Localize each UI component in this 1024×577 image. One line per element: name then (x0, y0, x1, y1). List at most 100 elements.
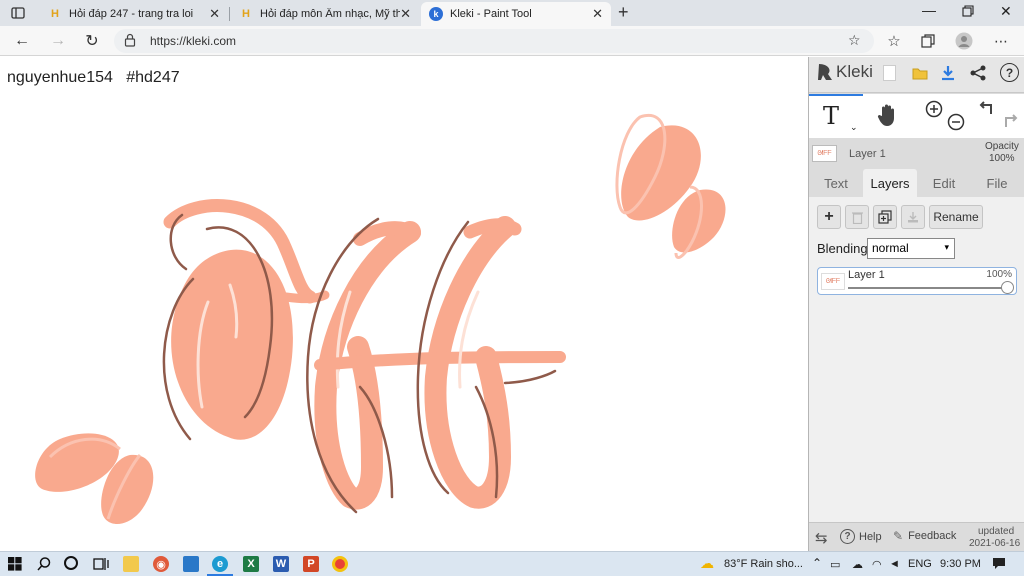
wifi-icon[interactable]: ◠ (872, 558, 882, 571)
blending-mode-select[interactable]: normal ▾ (867, 238, 955, 259)
feedback-button[interactable]: ✎ Feedback (893, 529, 956, 543)
rename-layer-button[interactable]: Rename (929, 205, 983, 229)
text-tool-icon: T (823, 102, 840, 130)
chevron-down-icon: ▾ (944, 242, 949, 252)
tab-label: Layers (870, 175, 910, 191)
favorite-star-icon[interactable]: ☆ (848, 32, 861, 49)
letter-o-fill (171, 249, 293, 440)
lock-icon[interactable] (124, 33, 136, 52)
chevron-down-icon[interactable]: ⌄ (850, 122, 858, 133)
panel-tabs: Text Layers Edit File (809, 169, 1024, 197)
collections-icon[interactable] (917, 30, 939, 52)
duplicate-layer-button[interactable] (873, 205, 897, 229)
tool-row: T ⌄ (809, 94, 1024, 138)
layer-opacity-slider[interactable] (848, 287, 1008, 289)
help-circle-icon[interactable]: ? (1000, 63, 1019, 82)
zoom-out-icon[interactable] (947, 113, 965, 136)
kleki-side-panel: Kleki ? T ⌄ ᘛᖴᖴ Layer 1 Opacity 100% Tex… (808, 57, 1024, 551)
maximize-icon[interactable] (962, 4, 974, 22)
profile-avatar-icon[interactable] (953, 30, 975, 52)
trash-icon (851, 211, 863, 224)
task-view-icon[interactable] (93, 557, 109, 576)
word-icon[interactable]: W (273, 556, 289, 572)
layers-tab-content: + Rename Blending normal ▾ ᘛᖴᖴ Layer 1 1… (809, 197, 1024, 522)
minimize-icon[interactable]: — (922, 2, 936, 18)
kleki-logo-icon (818, 64, 832, 80)
cloud-icon[interactable]: ☁ (852, 558, 863, 571)
h-logo-icon: H (242, 8, 250, 20)
favorites-icon[interactable]: ☆ (883, 30, 905, 52)
panel-header: Kleki ? (809, 57, 1024, 93)
letter-f2-crossbar (314, 351, 566, 371)
hand-tool-button[interactable] (875, 102, 901, 133)
updated-label: updated (978, 526, 1015, 537)
redo-icon[interactable] (1000, 113, 1018, 136)
panel-footer: ⇆ ? Help ✎ Feedback updated 2021-06-16 (809, 522, 1024, 551)
opacity-label: Opacity (985, 141, 1019, 152)
tab-text[interactable]: Text (813, 169, 859, 197)
weather-text[interactable]: 83°F Rain sho... (724, 558, 803, 570)
text-tool-button[interactable]: T ⌄ (809, 94, 863, 138)
cortana-icon[interactable] (64, 556, 78, 570)
more-menu-icon[interactable]: ⋯ (990, 30, 1012, 52)
layer-thumbnail: ᘛᖴᖴ (821, 273, 845, 290)
tab-layers[interactable]: Layers (863, 169, 917, 197)
media-player-icon[interactable]: ◉ (153, 556, 169, 572)
url-field[interactable]: https://kleki.com ☆ (114, 29, 874, 53)
tab-hoidap-1[interactable]: H Hỏi đáp 247 - trang tra loi ✕ (40, 2, 228, 26)
language-indicator[interactable]: ENG (908, 558, 932, 570)
new-image-icon[interactable] (883, 65, 896, 81)
hand-icon (877, 104, 894, 126)
h-logo-icon: H (51, 8, 59, 20)
display-icon[interactable] (183, 556, 199, 572)
clock-time[interactable]: 9:30 PM (940, 558, 981, 570)
windows-start-icon[interactable] (8, 557, 22, 576)
help-button[interactable]: ? Help (840, 529, 882, 544)
powerpoint-icon[interactable]: P (303, 556, 319, 572)
refresh-icon[interactable]: ↻ (81, 30, 103, 52)
zoom-in-icon[interactable] (925, 100, 943, 123)
brand-name: Kleki (836, 62, 873, 81)
layer-list-item[interactable]: ᘛᖴᖴ Layer 1 100% (817, 267, 1017, 295)
search-icon[interactable] (36, 556, 52, 577)
tab-kleki[interactable]: k Kleki - Paint Tool ✕ (421, 2, 611, 26)
volume-icon[interactable]: ◄ (889, 558, 900, 570)
tab-actions-icon[interactable] (10, 5, 26, 21)
canvas-artwork (35, 113, 726, 525)
updated-date: 2021-06-16 (969, 538, 1021, 549)
notifications-icon[interactable] (992, 556, 1006, 573)
chrome-icon[interactable] (332, 556, 348, 572)
add-layer-button[interactable]: + (817, 205, 841, 229)
address-bar: ← → ↻ https://kleki.com ☆ ☆ ⋯ (0, 26, 1024, 56)
duplicate-icon (878, 210, 892, 224)
tab-file[interactable]: File (973, 169, 1021, 197)
edge-browser-icon[interactable]: e (212, 556, 228, 572)
close-icon[interactable]: ✕ (400, 6, 411, 22)
merge-down-icon (908, 212, 918, 223)
tab-label: Hỏi đáp 247 - trang tra loi (69, 8, 194, 20)
show-hidden-icons-icon[interactable]: ⌃ (812, 556, 822, 570)
close-icon[interactable]: ✕ (592, 6, 603, 22)
close-icon[interactable]: ✕ (209, 6, 220, 22)
window-close-icon[interactable]: ✕ (1000, 3, 1012, 20)
open-folder-icon[interactable] (911, 64, 929, 87)
undo-icon[interactable] (979, 100, 997, 123)
forward-icon[interactable]: → (47, 30, 69, 52)
merge-down-button[interactable] (901, 205, 925, 229)
download-icon[interactable] (939, 64, 957, 87)
excel-icon[interactable]: X (243, 556, 259, 572)
tab-hoidap-2[interactable]: H Hỏi đáp môn Âm nhạc, Mỹ thuật ✕ (231, 2, 419, 26)
swap-sides-icon[interactable]: ⇆ (815, 529, 828, 547)
share-icon[interactable] (969, 64, 987, 87)
file-explorer-icon[interactable] (123, 556, 139, 572)
tab-edit[interactable]: Edit (921, 169, 967, 197)
layer-opacity-slider-handle[interactable] (1001, 281, 1014, 294)
new-tab-button[interactable]: + (618, 2, 629, 23)
windows-taskbar: ◉ e X W P ☁ 83°F Rain sho... ⌃ ▭ ☁ ◠ ◄ E… (0, 551, 1024, 576)
drawing-canvas[interactable]: nguyenhue154 #hd247 (0, 57, 808, 551)
blending-value: normal (872, 241, 909, 255)
back-icon[interactable]: ← (11, 30, 33, 52)
delete-layer-button[interactable] (845, 205, 869, 229)
battery-icon[interactable]: ▭ (830, 558, 840, 571)
weather-icon[interactable]: ☁ (700, 555, 714, 572)
